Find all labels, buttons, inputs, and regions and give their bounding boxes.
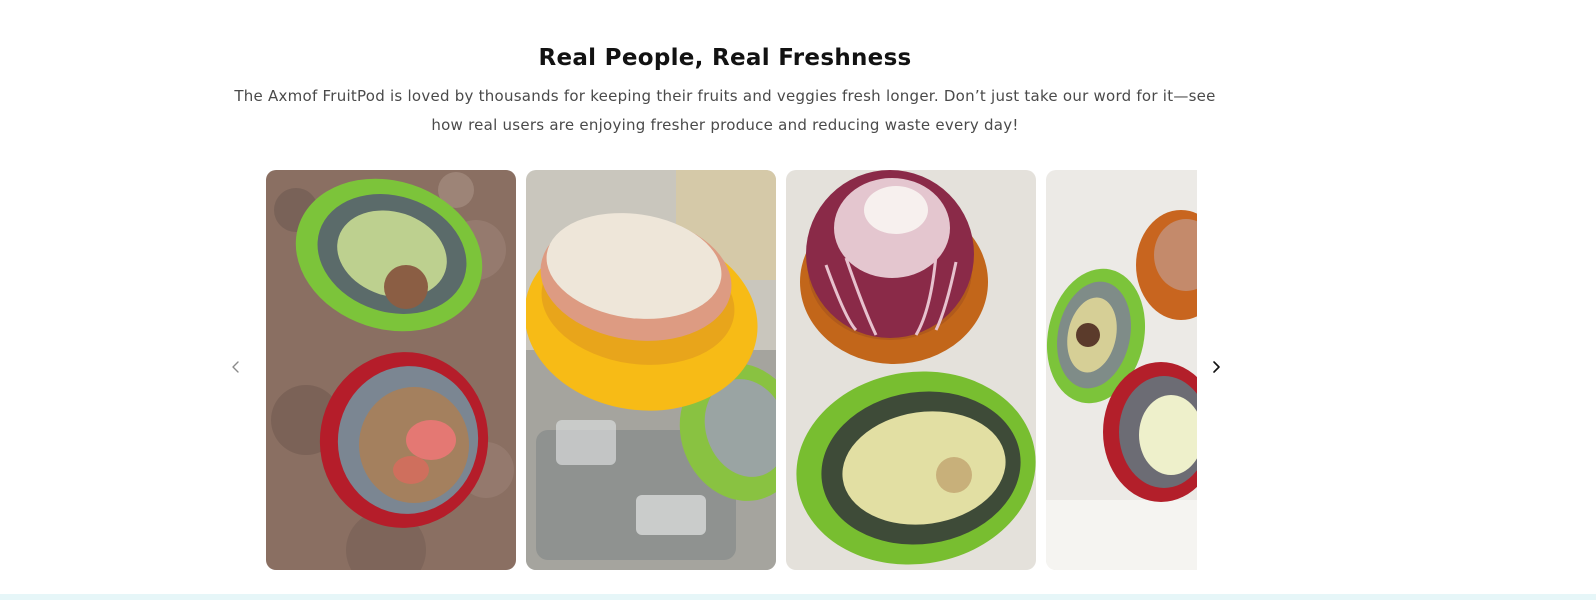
carousel-viewport	[266, 170, 1197, 570]
carousel-next-button[interactable]	[1201, 352, 1231, 382]
chevron-left-icon	[232, 361, 239, 373]
section-title: Real People, Real Freshness	[538, 45, 912, 71]
testimonial-gallery-section: Real People, Real Freshness The Axmof Fr…	[0, 0, 1596, 600]
carousel-slide-4[interactable]	[1046, 170, 1197, 570]
carousel-slide-2[interactable]	[526, 170, 776, 570]
red-onion-and-avocado-pods-photo	[786, 170, 1036, 570]
carousel-track	[266, 170, 1197, 570]
onion-in-yellow-pod-photo	[526, 170, 776, 570]
carousel-slide-1[interactable]	[266, 170, 516, 570]
bottom-divider	[0, 594, 1596, 600]
section-description: The Axmof FruitPod is loved by thousands…	[234, 87, 1216, 134]
carousel-slide-3[interactable]	[786, 170, 1036, 570]
chevron-right-icon	[1213, 361, 1220, 373]
avocado-tomato-onion-pods-photo	[1046, 170, 1197, 570]
avocado-and-tomato-pods-photo	[266, 170, 516, 570]
carousel-prev-button[interactable]	[221, 352, 251, 382]
